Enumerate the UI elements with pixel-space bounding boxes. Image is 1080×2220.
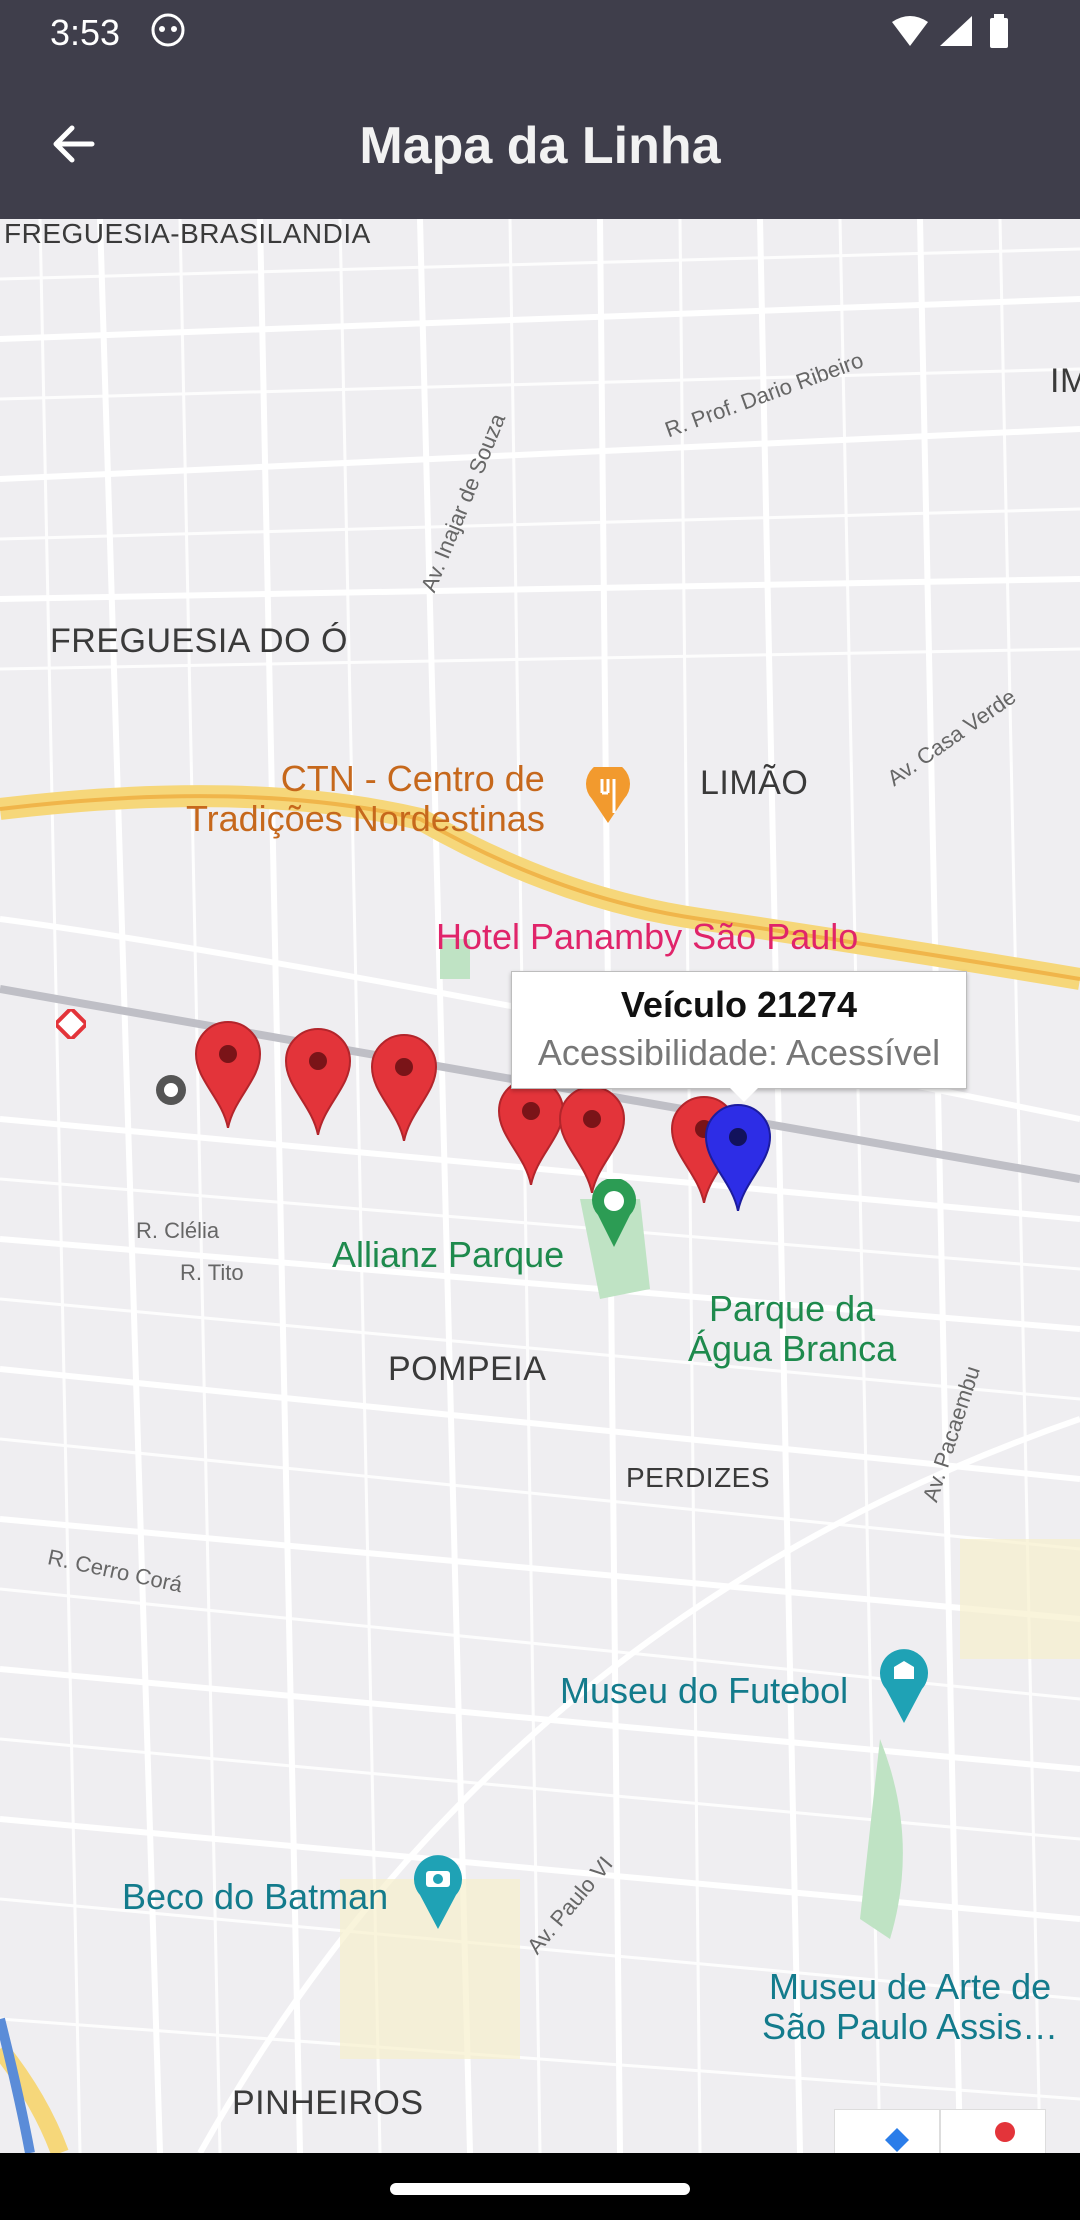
info-window-title: Veículo 21274 [620,984,858,1025]
camera-pin-icon[interactable] [414,1855,462,1929]
navigation-bar [0,2153,1080,2220]
google-maps-icon [995,2122,1015,2142]
vehicle-marker[interactable] [702,1101,774,1211]
battery-icon [990,18,1008,48]
street-label: R. Tito [180,1260,244,1285]
poi-beco-batman-label[interactable]: Beco do Batman [122,1877,388,1917]
district-label: IM [1050,362,1080,400]
bus-stop-marker[interactable] [282,1025,354,1135]
wifi-icon [892,16,928,46]
bus-stop-marker[interactable] [556,1083,628,1193]
restaurant-pin-icon[interactable] [586,767,630,823]
poi-hotel-label[interactable]: Hotel Panamby São Paulo [436,917,858,957]
home-gesture-bar[interactable] [390,2183,690,2195]
bus-stop-marker[interactable] [368,1031,440,1141]
district-label: POMPEIA [388,1350,547,1388]
page-title: Mapa da Linha [359,117,721,175]
directions-icon [885,2128,909,2152]
status-time: 3:53 [50,12,121,53]
district-label: PERDIZES [626,1462,771,1493]
info-window-subtitle: Acessibilidade: Acessível [537,1032,941,1073]
street-label: R. Clélia [136,1218,220,1243]
info-window-pointer [730,1088,758,1102]
system-status-icons [892,14,1008,48]
district-label: LIMÃO [700,764,809,802]
metro-station-icon[interactable] [56,1009,86,1039]
map-view[interactable]: FREGUESIA-BRASILANDIA FREGUESIA DO Ó LIM… [0,219,1080,2153]
app-notification-icon [151,13,185,47]
vehicle-info-window[interactable]: Veículo 21274 Acessibilidade: Acessível [511,971,967,1102]
district-label: FREGUESIA-BRASILANDIA [4,219,371,249]
train-station-icon[interactable] [154,1073,188,1107]
poi-ctn-label[interactable]: CTN - Centro de Tradições Nordestinas [186,759,545,838]
map-toolbar[interactable] [834,2109,1046,2153]
map-toolbar-icons [885,2110,1015,2153]
district-label: FREGUESIA DO Ó [50,622,348,660]
poi-museu-arte-label[interactable]: Museu de Arte de São Paulo Assis… [762,1967,1058,2046]
signal-icon [940,16,972,46]
app-bar: Mapa da Linha [0,64,1080,219]
map-streets [0,219,1080,2153]
poi-museu-futebol-label[interactable]: Museu do Futebol [560,1671,848,1711]
poi-parque-agua-branca-label[interactable]: Parque da Água Branca [688,1289,896,1368]
museum-pin-icon[interactable] [880,1649,928,1723]
status-bar: 3:53 [0,0,1080,64]
district-label: PINHEIROS [232,2084,424,2122]
bus-stop-marker[interactable] [192,1018,264,1128]
poi-allianz-label[interactable]: Allianz Parque [332,1235,564,1275]
